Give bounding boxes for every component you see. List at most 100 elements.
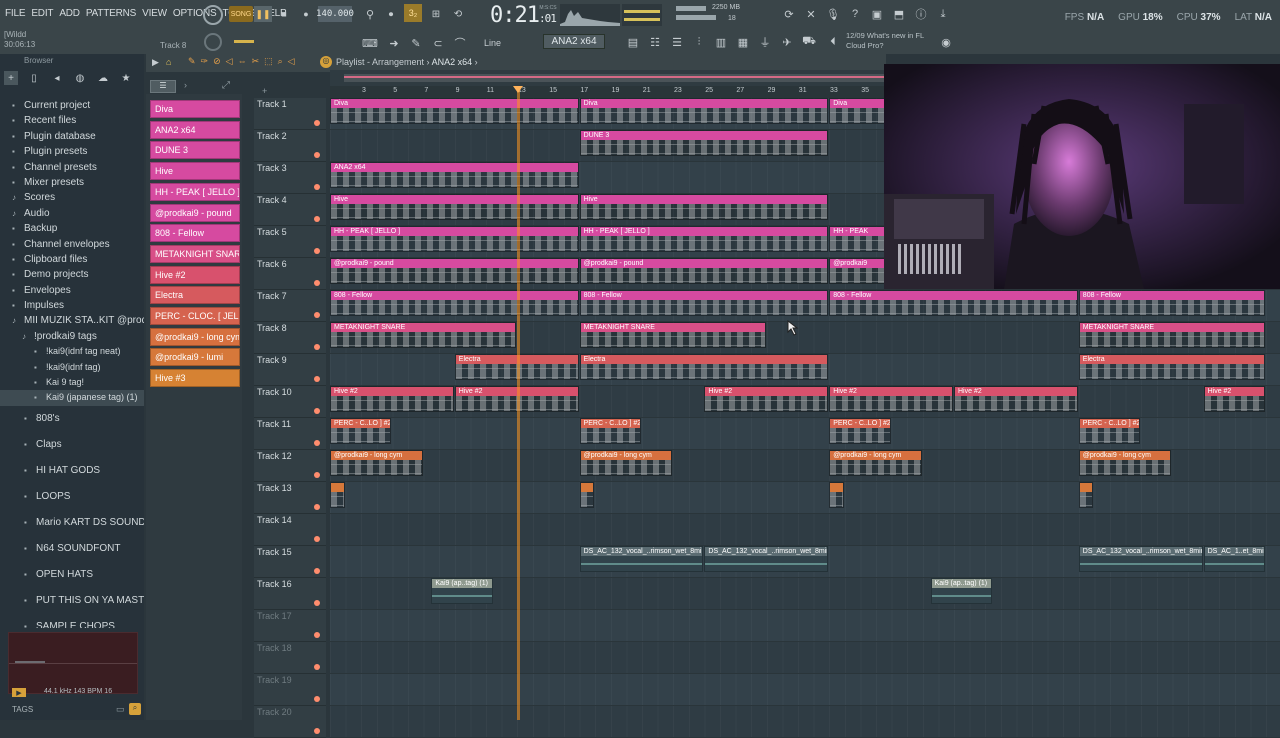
pattern-clip[interactable] <box>330 482 345 508</box>
slip-tool-icon[interactable]: ⇔ <box>238 56 247 67</box>
browser-item[interactable]: ▪ SAMPLE CHOPS <box>0 614 144 628</box>
pattern-item[interactable]: DUNE 3 <box>150 141 240 160</box>
pattern-clip[interactable]: Hive #2 <box>1203 386 1265 412</box>
track-mute-led[interactable] <box>314 408 320 414</box>
pattern-item[interactable]: Hive #2 <box>150 265 240 284</box>
pat-song-toggle-icon[interactable] <box>203 5 223 25</box>
browser-item[interactable]: ▪ !kai9(idnf tag neat) <box>0 344 144 359</box>
track-mute-led[interactable] <box>314 568 320 574</box>
pattern-item[interactable]: HH - PEAK [ JELLO ] <box>150 182 240 201</box>
browser-item[interactable]: ▪ Current project <box>0 98 144 113</box>
pattern-clip[interactable]: METAKNIGHT SNARE <box>1078 322 1265 348</box>
track-mute-led[interactable] <box>314 632 320 638</box>
playlist-icon[interactable]: ☰ <box>669 34 685 50</box>
playlist-menu-icon[interactable]: ◎ <box>320 56 332 68</box>
link-icon[interactable]: ✕ <box>803 6 819 22</box>
pattern-clip[interactable]: Electra <box>454 354 579 380</box>
track-mute-led[interactable] <box>314 664 320 670</box>
pattern-clip[interactable]: METAKNIGHT SNARE <box>579 322 766 348</box>
track-mute-led[interactable] <box>314 600 320 606</box>
browser-item[interactable]: ▪ Backup <box>0 221 144 236</box>
menu-view[interactable]: VIEW <box>142 8 167 19</box>
audio-clip[interactable]: Kai9 (ap..tag) (1) <box>431 578 493 604</box>
track-mute-led[interactable] <box>314 184 320 190</box>
track-header[interactable]: Track 6 <box>254 258 326 290</box>
track-header[interactable]: Track 3 <box>254 162 326 194</box>
snap-select[interactable]: Line <box>474 35 530 51</box>
browser-item[interactable]: ▪ N64 SOUNDFONT <box>0 536 144 562</box>
menu-add[interactable]: ADD <box>59 8 80 19</box>
browser-item[interactable]: ♪ Audio <box>0 206 144 221</box>
plugin-picker-icon[interactable]: ▦ <box>735 34 751 50</box>
save-icon[interactable]: ▣ <box>869 6 885 22</box>
track-mute-led[interactable] <box>314 152 320 158</box>
audio-clip[interactable]: DS_AC_132_vocal_..rimson_wet_8min <box>704 546 829 572</box>
track-header[interactable]: Track 13 <box>254 482 326 514</box>
track-header[interactable]: Track 19 <box>254 674 326 706</box>
metronome-icon[interactable]: ⚲ <box>362 6 378 22</box>
pattern-clip[interactable]: HH - PEAK <box>829 226 891 252</box>
track-header[interactable]: Track 1 <box>254 98 326 130</box>
track-mute-led[interactable] <box>314 312 320 318</box>
pattern-clip[interactable]: Hive #2 <box>829 386 953 412</box>
pattern-clip[interactable]: @prodkai9 - long cym <box>330 450 423 476</box>
pattern-clip[interactable]: @prodkai9 <box>829 258 891 284</box>
browser-item[interactable]: ▪ HI HAT GODS <box>0 458 144 484</box>
track-header[interactable]: Track 2 <box>254 130 326 162</box>
track-mute-led[interactable] <box>314 472 320 478</box>
browser-item[interactable]: ▪ Channel envelopes <box>0 237 144 252</box>
track-lane[interactable]: 808 - Fellow 808 - Fellow 808 - Fellow 808 … <box>330 290 1280 322</box>
track-header[interactable]: Track 7 <box>254 290 326 322</box>
track-header[interactable]: Track 20 <box>254 706 326 738</box>
search-icon[interactable]: ⌕ <box>129 703 141 715</box>
track-mute-led[interactable] <box>314 248 320 254</box>
shop-icon[interactable]: ⛟ <box>801 34 817 50</box>
sample-play-icon[interactable]: ▶ <box>12 688 26 697</box>
plug-icon[interactable]: ⏚ <box>757 34 773 50</box>
track-header[interactable]: Track 17 <box>254 610 326 642</box>
wait-icon[interactable]: ⏺ <box>383 6 399 22</box>
pattern-clip[interactable]: METAKNIGHT SNARE <box>330 322 517 348</box>
track-mute-led[interactable] <box>314 344 320 350</box>
track-lane[interactable] <box>330 610 1280 642</box>
track-header[interactable]: Track 10 <box>254 386 326 418</box>
pattern-clip[interactable]: Hive #2 <box>954 386 1078 412</box>
slice-tool-icon[interactable]: ✂ <box>252 56 260 67</box>
pause-icon[interactable]: ❚❚ <box>254 6 272 22</box>
render-icon[interactable]: ⬒ <box>891 6 907 22</box>
typing-keyboard-icon[interactable]: ✎ <box>408 35 424 51</box>
arrow-right-icon[interactable]: ➜ <box>386 35 402 51</box>
tags-folder-icon[interactable]: ▭ <box>116 704 125 715</box>
track-header[interactable]: Track 11 <box>254 418 326 450</box>
browser-item[interactable]: ▪ !kai9(idnf tag) <box>0 360 144 375</box>
tempo-display[interactable]: 140.000 <box>316 6 354 22</box>
track-lane[interactable]: DS_AC_132_vocal_..rimson_wet_8min DS_AC_1… <box>330 546 1280 578</box>
pattern-item[interactable]: ANA2 x64 <box>150 120 240 139</box>
browser-cloud-icon[interactable]: ☁ <box>96 71 110 85</box>
info-icon[interactable]: ⓘ <box>913 6 929 22</box>
pattern-item[interactable]: METAKNIGHT SNARE <box>150 244 240 263</box>
track-mute-led[interactable] <box>314 728 320 734</box>
track-header[interactable]: Track 8 <box>254 322 326 354</box>
pattern-item[interactable]: @prodkai9 - pound <box>150 203 240 222</box>
pattern-clip[interactable]: 808 - Fellow <box>330 290 579 316</box>
countdown-icon[interactable]: 3₂ <box>404 4 422 22</box>
pattern-clip[interactable]: @prodkai9 - pound <box>579 258 829 284</box>
track-lane[interactable]: Hive #2 Hive #2 Hive #2 Hive #2 Hive #2 Hive … <box>330 386 1280 418</box>
audio-clip[interactable]: DS_AC_132_vocal_..rimson_wet_8min <box>1078 546 1203 572</box>
track-lane[interactable] <box>330 674 1280 706</box>
paint-tool-icon[interactable]: ✑ <box>201 56 209 67</box>
pattern-clip[interactable]: Hive #2 <box>704 386 829 412</box>
song-mode-button[interactable]: SONG <box>229 6 253 22</box>
pattern-item[interactable]: Hive #3 <box>150 369 240 388</box>
track-mute-led[interactable] <box>314 376 320 382</box>
download-icon[interactable]: ⤓ <box>935 6 951 22</box>
keyboard-icon[interactable]: ⌨ <box>362 35 378 51</box>
pattern-clip[interactable]: @prodkai9 - long cym <box>829 450 922 476</box>
select-tool-icon[interactable]: ⬚ <box>264 56 273 67</box>
browser-item[interactable]: ▪ OPEN HATS <box>0 562 144 588</box>
loop-record-icon[interactable]: ⟲ <box>450 6 466 22</box>
pattern-clip[interactable]: 808 - Fellow <box>829 290 1078 316</box>
pattern-clip[interactable]: HH - PEAK [ JELLO ] <box>330 226 579 252</box>
news-arrow-icon[interactable]: ⏴ <box>825 34 841 50</box>
